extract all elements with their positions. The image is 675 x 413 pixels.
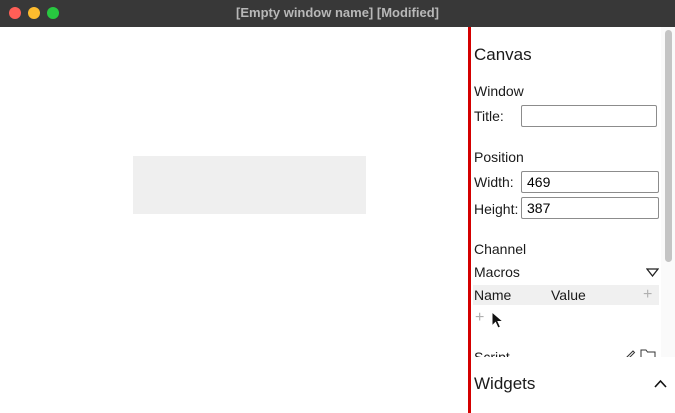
canvas-placeholder-rect[interactable]: [133, 156, 366, 214]
widgets-label[interactable]: Widgets: [474, 374, 535, 394]
channel-section-label: Channel: [474, 241, 527, 257]
title-field-label: Title:: [474, 108, 504, 124]
title-input[interactable]: [521, 105, 657, 127]
mouse-cursor-icon: [491, 311, 505, 329]
window-section-label: Window: [474, 83, 524, 99]
macros-column-name: Name: [474, 287, 512, 303]
chevron-up-icon[interactable]: [654, 379, 667, 388]
width-input[interactable]: [521, 171, 659, 193]
width-field-label: Width:: [474, 174, 514, 190]
window-title: [Empty window name] [Modified]: [236, 5, 439, 20]
height-field-label: Height:: [474, 201, 519, 217]
macros-label[interactable]: Macros: [474, 264, 520, 280]
panel-scrollbar-thumb[interactable]: [665, 30, 672, 262]
position-section-label: Position: [474, 149, 524, 165]
title-bar: [Empty window name] [Modified]: [0, 0, 675, 27]
panel-heading: Canvas: [474, 45, 532, 64]
canvas-area[interactable]: [0, 27, 468, 413]
height-input[interactable]: [521, 197, 659, 219]
plus-icon[interactable]: +: [643, 287, 652, 303]
add-macro-button[interactable]: +: [475, 310, 484, 326]
chevron-down-icon[interactable]: [646, 268, 659, 277]
macros-column-value: Value: [551, 287, 586, 303]
